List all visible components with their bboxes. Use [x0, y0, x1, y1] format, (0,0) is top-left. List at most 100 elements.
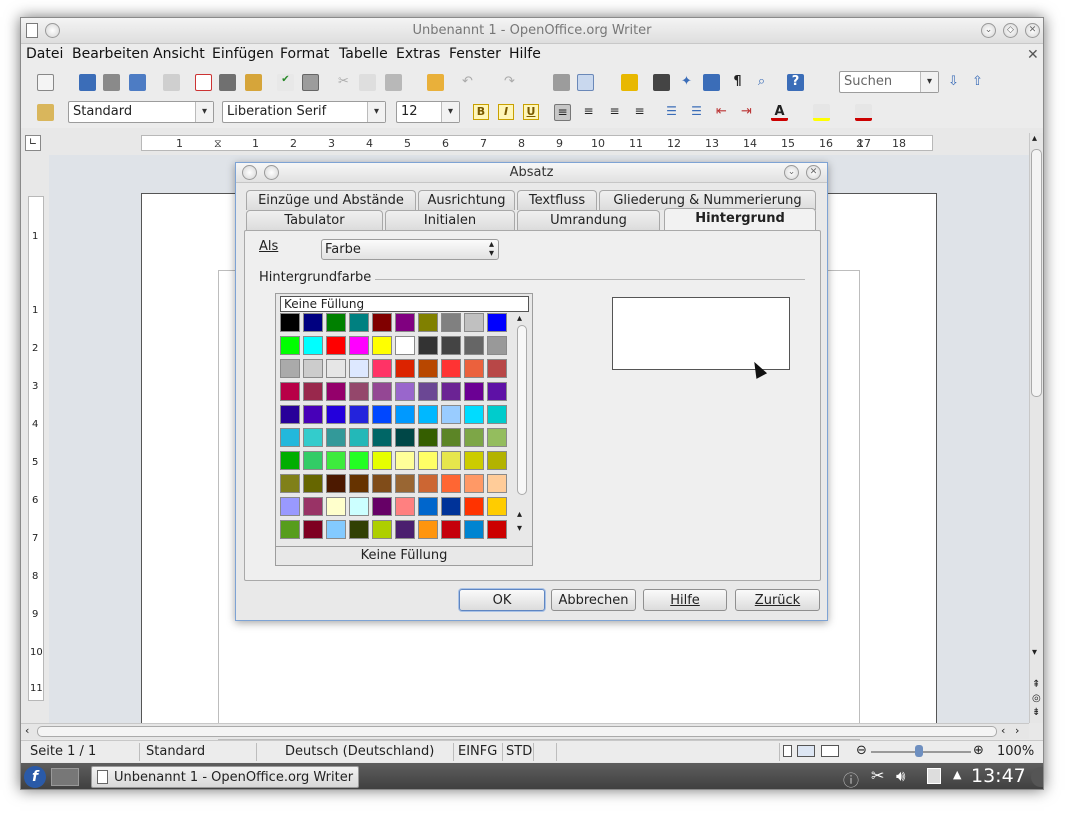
scroll-up-icon[interactable]: ▴: [1032, 133, 1037, 144]
tab-tabulator[interactable]: Tabulator: [246, 210, 383, 230]
color-swatch[interactable]: [326, 520, 346, 539]
color-swatch[interactable]: [280, 497, 300, 516]
device-notifier-icon[interactable]: [927, 768, 941, 784]
menu-tabelle[interactable]: Tabelle: [339, 46, 388, 62]
bold-button[interactable]: B: [473, 104, 489, 120]
menu-datei[interactable]: Datei: [26, 46, 63, 62]
clock[interactable]: 13:47: [971, 765, 1026, 787]
vertical-scrollbar[interactable]: ▴ ▾ ⇞ ◎ ⇟: [1029, 133, 1043, 723]
minimize-button[interactable]: ⌄: [981, 23, 996, 38]
color-swatch[interactable]: [280, 428, 300, 447]
no-fill-option[interactable]: Keine Füllung: [280, 296, 529, 312]
color-swatch[interactable]: [464, 474, 484, 493]
info-icon[interactable]: ⓘ: [843, 767, 859, 789]
color-swatch[interactable]: [487, 313, 507, 332]
color-swatch[interactable]: [372, 359, 392, 378]
color-swatch[interactable]: [280, 474, 300, 493]
print-icon[interactable]: [219, 74, 236, 91]
vertical-ruler[interactable]: 1 1 2 3 4 5 6 7 8 9 10 11: [28, 196, 44, 701]
color-swatch[interactable]: [349, 336, 369, 355]
tab-ausrichtung[interactable]: Ausrichtung: [418, 190, 515, 210]
color-swatch[interactable]: [326, 359, 346, 378]
color-swatch[interactable]: [395, 451, 415, 470]
copy-icon[interactable]: [359, 74, 376, 91]
color-swatch[interactable]: [464, 382, 484, 401]
color-swatch[interactable]: [487, 336, 507, 355]
color-swatch[interactable]: [395, 428, 415, 447]
color-swatch[interactable]: [303, 497, 323, 516]
color-swatch[interactable]: [280, 359, 300, 378]
color-swatch[interactable]: [303, 451, 323, 470]
color-swatch[interactable]: [395, 520, 415, 539]
chevron-updown-icon[interactable]: ▴ ▾: [489, 240, 494, 259]
decrease-indent-icon[interactable]: ⇤: [713, 104, 730, 121]
back-button[interactable]: Zurück: [735, 589, 820, 611]
find-previous-icon[interactable]: ⇧: [969, 74, 986, 91]
color-swatch[interactable]: [372, 405, 392, 424]
tab-einzuege[interactable]: Einzüge und Abstände: [246, 190, 416, 210]
menu-bearbeiten[interactable]: Bearbeiten: [72, 46, 149, 62]
background-color-icon[interactable]: [855, 104, 872, 121]
scroll-down-icon[interactable]: ▾: [517, 523, 522, 534]
cut-icon[interactable]: ✂: [335, 74, 352, 91]
scroll-down-icon[interactable]: ▾: [1032, 647, 1037, 658]
menu-extras[interactable]: Extras: [396, 46, 440, 62]
zoom-level[interactable]: 100%: [997, 744, 1034, 759]
undo-icon[interactable]: ↶: [459, 74, 476, 91]
tab-textfluss[interactable]: Textfluss: [517, 190, 597, 210]
color-swatch[interactable]: [349, 474, 369, 493]
color-swatch[interactable]: [303, 359, 323, 378]
close-document-icon[interactable]: ✕: [1027, 47, 1039, 63]
color-swatch[interactable]: [464, 313, 484, 332]
taskbar-item-writer[interactable]: Unbenannt 1 - OpenOffice.org Writer: [91, 766, 359, 788]
color-swatch[interactable]: [303, 405, 323, 424]
scroll-right-icon[interactable]: ›: [1015, 724, 1019, 737]
color-swatch[interactable]: [303, 520, 323, 539]
font-color-icon[interactable]: A: [771, 104, 788, 121]
color-swatch[interactable]: [349, 428, 369, 447]
expand-tray-icon[interactable]: ▲: [953, 768, 961, 781]
color-swatch[interactable]: [418, 451, 438, 470]
tab-initialen[interactable]: Initialen: [385, 210, 515, 230]
fedora-menu-icon[interactable]: f: [24, 766, 46, 788]
color-swatch[interactable]: [395, 382, 415, 401]
spellcheck-icon[interactable]: ✔: [277, 74, 294, 91]
color-swatch[interactable]: [372, 313, 392, 332]
align-left-icon[interactable]: ≡: [554, 104, 571, 121]
as-select[interactable]: Farbe ▴ ▾: [321, 239, 499, 260]
color-swatch[interactable]: [441, 336, 461, 355]
color-swatch[interactable]: [487, 382, 507, 401]
color-swatch[interactable]: [349, 520, 369, 539]
hyperlink-icon[interactable]: [553, 74, 570, 91]
color-swatch[interactable]: [372, 336, 392, 355]
color-swatch[interactable]: [487, 497, 507, 516]
menu-einfuegen[interactable]: Einfügen: [212, 46, 274, 62]
color-swatch[interactable]: [464, 359, 484, 378]
export-pdf-icon[interactable]: [195, 74, 212, 91]
color-swatch[interactable]: [326, 382, 346, 401]
find-next-icon[interactable]: ⇩: [945, 74, 962, 91]
horizontal-scrollbar[interactable]: ‹ ‹ ›: [21, 723, 1029, 739]
edit-icon[interactable]: [163, 74, 180, 91]
color-swatch[interactable]: [487, 405, 507, 424]
color-swatch[interactable]: [418, 359, 438, 378]
show-draw-functions-icon[interactable]: [621, 74, 638, 91]
align-justify-icon[interactable]: ≡: [631, 104, 648, 121]
color-swatch[interactable]: [441, 359, 461, 378]
help-button[interactable]: Hilfe: [643, 589, 727, 611]
color-swatch[interactable]: [326, 497, 346, 516]
color-scrollbar[interactable]: ▴ ▴ ▾: [516, 313, 529, 541]
color-swatch[interactable]: [326, 451, 346, 470]
gallery-icon[interactable]: [703, 74, 720, 91]
clipboard-icon[interactable]: ✂: [871, 766, 884, 785]
tab-umrandung[interactable]: Umrandung: [517, 210, 660, 230]
color-swatch[interactable]: [280, 451, 300, 470]
scrollbar-thumb[interactable]: [517, 325, 527, 495]
search-input[interactable]: Suchen ▾: [839, 71, 939, 93]
color-swatch[interactable]: [280, 520, 300, 539]
color-swatch[interactable]: [464, 336, 484, 355]
previous-page-icon[interactable]: ⇞: [1032, 679, 1040, 690]
color-swatch[interactable]: [441, 451, 461, 470]
color-swatch[interactable]: [349, 382, 369, 401]
color-swatch[interactable]: [303, 382, 323, 401]
